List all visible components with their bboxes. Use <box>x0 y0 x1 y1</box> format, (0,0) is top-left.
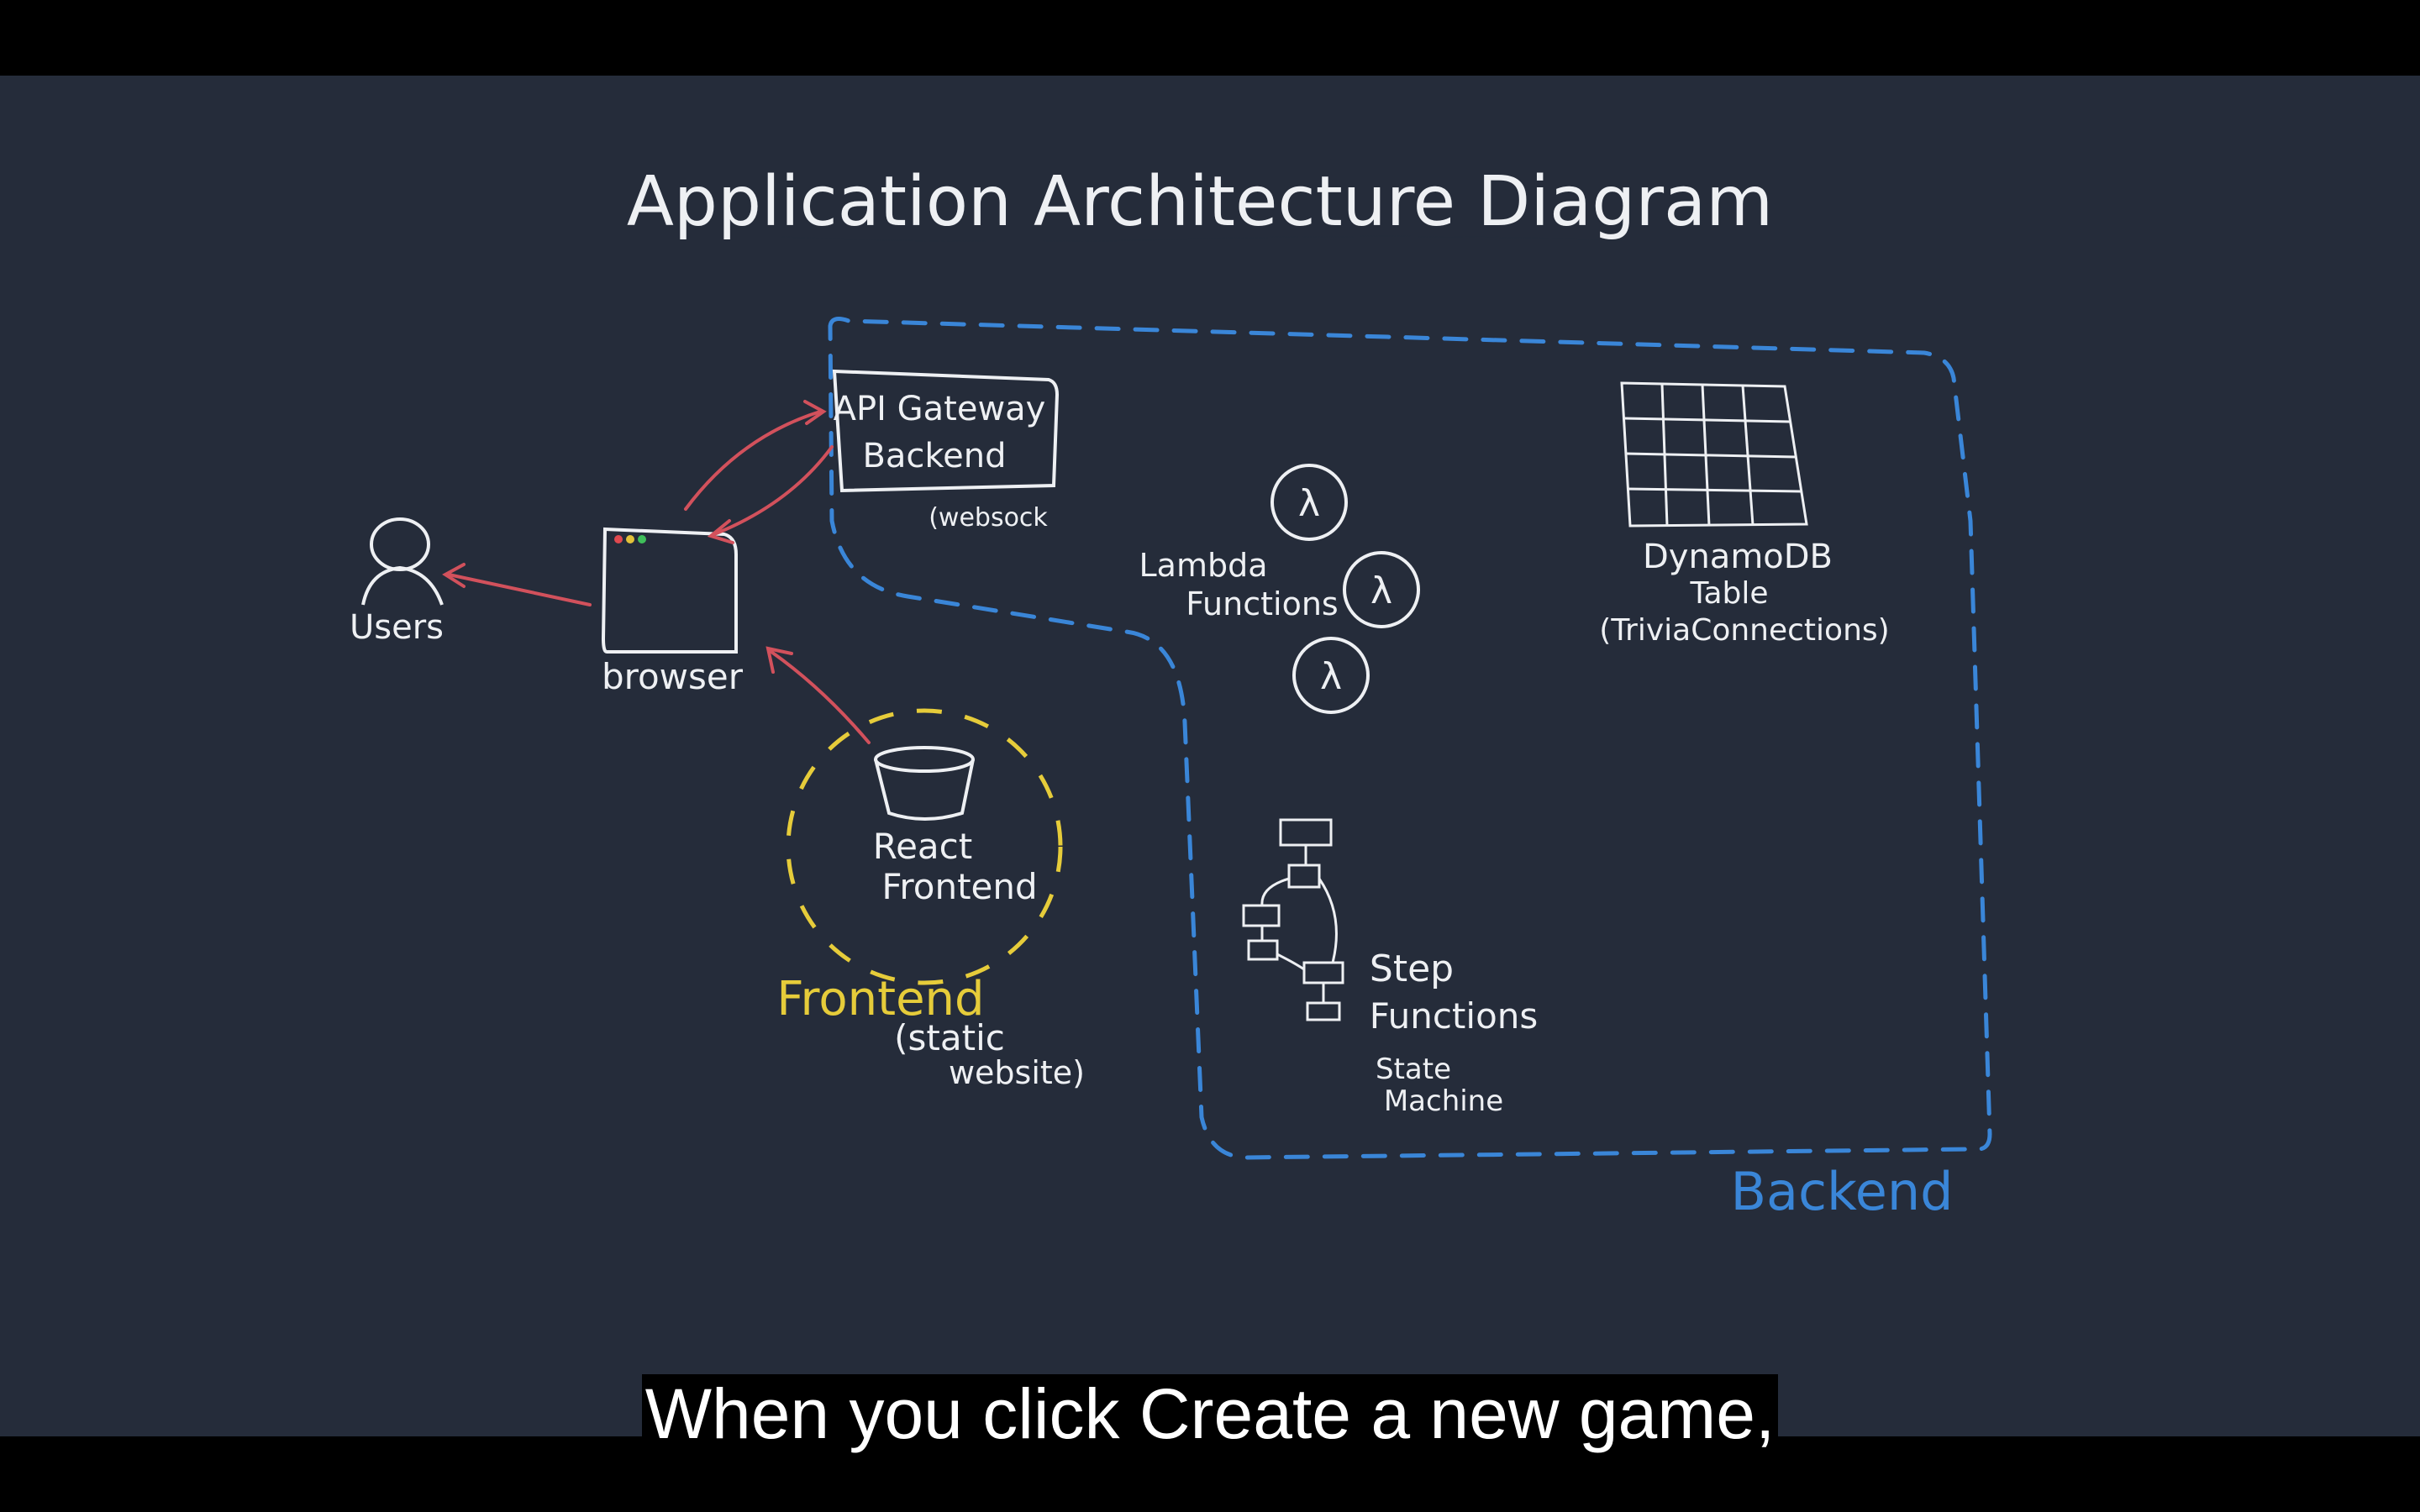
react-frontend-line-1: React <box>873 826 972 867</box>
dynamodb-label-line-1: DynamoDB <box>1643 538 1833 576</box>
api-gateway-line-1: API Gateway <box>834 390 1046 428</box>
browser-label: browser <box>602 656 744 697</box>
architecture-diagram: Application Architecture Diagram Backend… <box>350 162 1992 1222</box>
dynamodb-label-line-3: (TriviaConnections) <box>1599 613 1889 648</box>
caption-bar: When you click Create a new game, <box>0 1374 2420 1453</box>
arrow-frontend-to-browser <box>770 650 871 744</box>
video-caption: When you click Create a new game, <box>641 1374 1779 1453</box>
diagram-title: Application Architecture Diagram <box>627 162 1773 242</box>
step-functions-line-2: Functions <box>1370 995 1539 1037</box>
state-machine-line-1: State <box>1376 1053 1451 1086</box>
dynamodb-table-icon <box>1620 381 1808 528</box>
backend-group-label: Backend <box>1730 1161 1953 1222</box>
state-machine-line-2: Machine <box>1384 1084 1503 1118</box>
lambda-symbol: λ <box>1370 570 1392 612</box>
state-machine-icon <box>1242 818 1344 1021</box>
lambda-symbol: λ <box>1298 482 1320 525</box>
user-icon <box>361 517 444 606</box>
api-gateway-note: (websock <box>929 503 1048 533</box>
arrow-browser-to-api <box>684 410 822 511</box>
lambda-label-line-1: Lambda <box>1139 547 1267 584</box>
browser-window-icon <box>601 527 738 654</box>
s3-bucket-icon <box>874 746 975 821</box>
dynamodb-label-line-2: Table <box>1689 576 1768 611</box>
api-gateway-line-2: Backend <box>862 437 1006 475</box>
step-functions-line-1: Step <box>1370 948 1454 990</box>
react-frontend-line-2: Frontend <box>881 866 1037 907</box>
lambda-label-line-2: Functions <box>1186 585 1338 622</box>
frontend-note-line-1: (static <box>894 1017 1005 1058</box>
users-label: Users <box>350 608 444 647</box>
arrow-browser-to-users <box>447 573 592 606</box>
frontend-note-line-2: website) <box>949 1054 1085 1091</box>
lambda-symbol: λ <box>1320 655 1342 698</box>
